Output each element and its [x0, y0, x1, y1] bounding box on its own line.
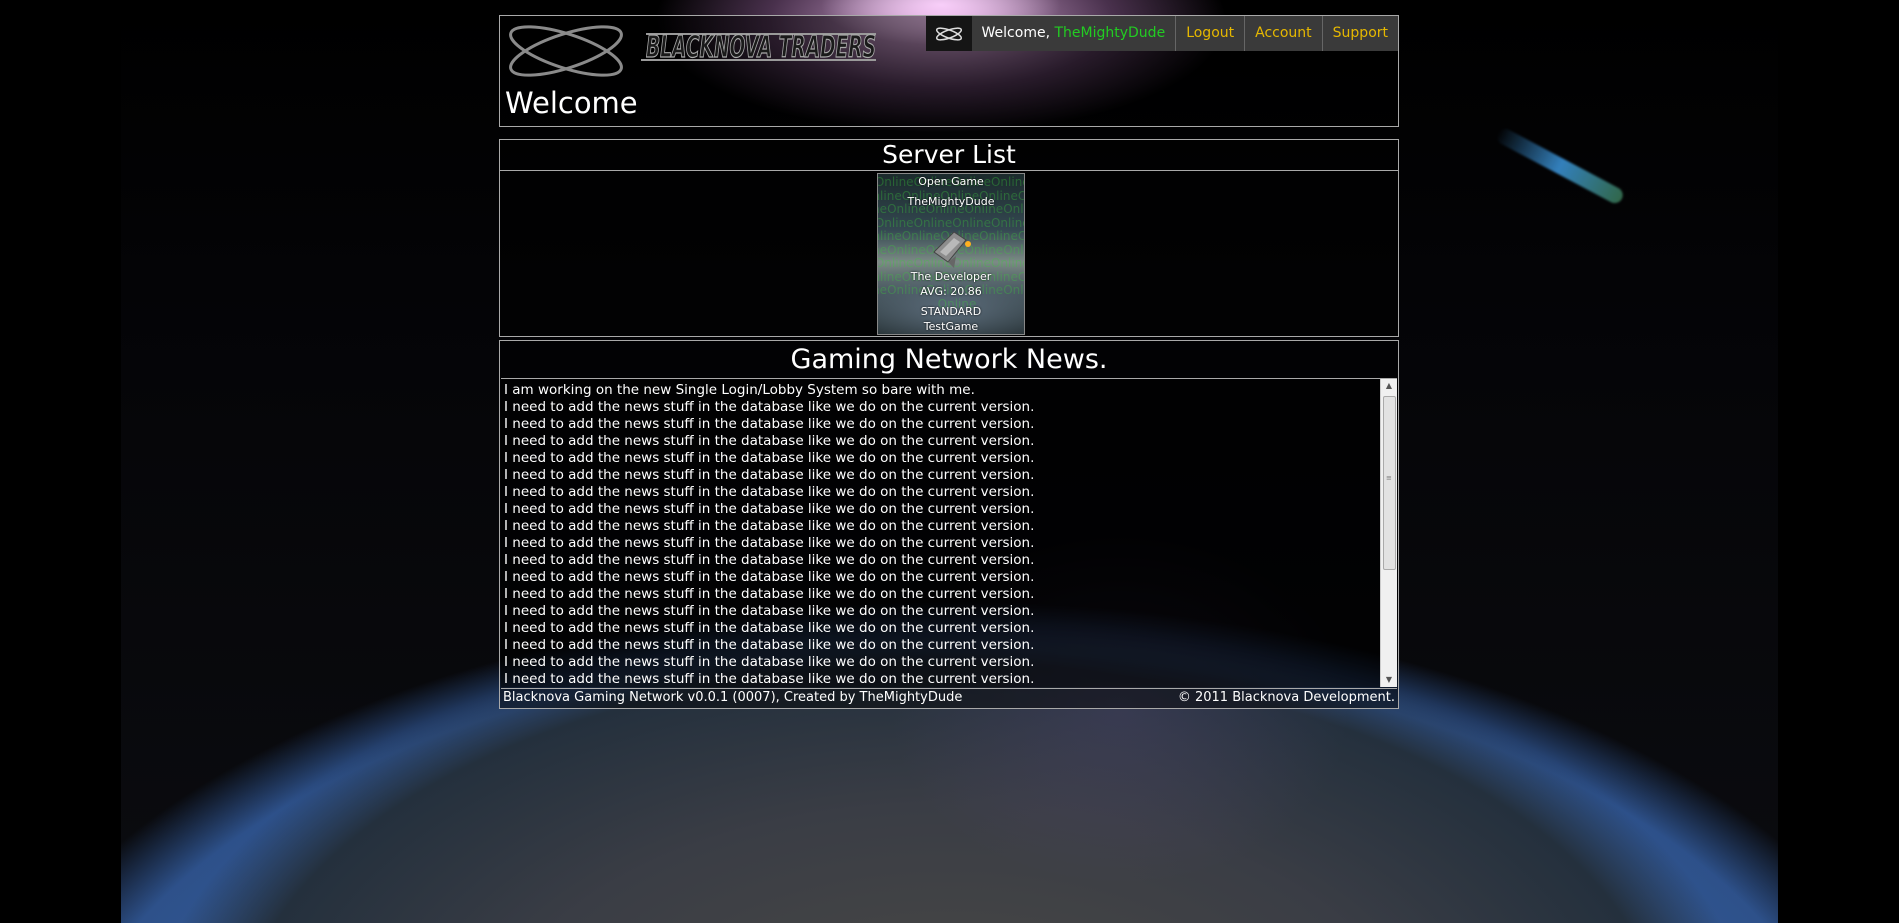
- server-owner: TheMightyDude: [907, 195, 995, 208]
- account-link[interactable]: Account: [1245, 16, 1323, 51]
- news-item: I need to add the news stuff in the data…: [504, 518, 1035, 534]
- news-scroll-box[interactable]: I am working on the new Single Login/Lob…: [501, 378, 1397, 687]
- welcome-prefix: Welcome,: [981, 25, 1051, 41]
- news-item: I need to add the news stuff in the data…: [504, 399, 1035, 415]
- news-item: I need to add the news stuff in the data…: [504, 535, 1035, 551]
- site-header: BLACKNOVA TRADERS Welcome, TheMightyDude…: [499, 15, 1399, 127]
- footer: Blacknova Gaming Network v0.0.1 (0007), …: [501, 688, 1397, 707]
- network-logo-icon[interactable]: [925, 16, 972, 51]
- news-item: I need to add the news stuff in the data…: [504, 620, 1035, 636]
- server-list-panel: Server List OnlineOnlineOnlineOnlineOnli…: [499, 139, 1399, 337]
- scrollbar-thumb[interactable]: ≡: [1383, 396, 1396, 570]
- logout-link[interactable]: Logout: [1176, 16, 1246, 51]
- server-type: STANDARD: [920, 305, 982, 318]
- server-list-title: Server List: [500, 140, 1398, 171]
- news-item: I need to add the news stuff in the data…: [504, 552, 1035, 568]
- news-item: I need to add the news stuff in the data…: [504, 603, 1035, 619]
- server-card[interactable]: OnlineOnlineOnlineOnlineOnlineOnlineOnli…: [877, 173, 1025, 335]
- news-item: I need to add the news stuff in the data…: [504, 433, 1035, 449]
- support-link[interactable]: Support: [1323, 16, 1398, 51]
- news-item: I need to add the news stuff in the data…: [504, 450, 1035, 466]
- news-item: I need to add the news stuff in the data…: [504, 586, 1035, 602]
- logo-wordmark: BLACKNOVA TRADERS: [646, 30, 876, 65]
- news-item: I need to add the news stuff in the data…: [504, 671, 1035, 687]
- news-panel: Gaming Network News. I am working on the…: [499, 340, 1399, 709]
- server-name: TestGame: [923, 320, 979, 333]
- news-item: I am working on the new Single Login/Lob…: [504, 382, 975, 398]
- news-item: I need to add the news stuff in the data…: [504, 569, 1035, 585]
- site-logo[interactable]: BLACKNOVA TRADERS: [506, 22, 886, 84]
- server-average: AVG: 20.86: [920, 285, 982, 298]
- news-scrollbar[interactable]: ▲ ≡ ▼: [1380, 379, 1397, 687]
- footer-version: Blacknova Gaming Network v0.0.1 (0007), …: [503, 690, 963, 705]
- page-title: Welcome: [505, 86, 638, 120]
- news-item: I need to add the news stuff in the data…: [504, 416, 1035, 432]
- news-item: I need to add the news stuff in the data…: [504, 467, 1035, 483]
- scroll-down-icon[interactable]: ▼: [1381, 673, 1397, 687]
- top-navigation: Welcome, TheMightyDude Logout Account Su…: [925, 16, 1398, 51]
- username-link[interactable]: TheMightyDude: [1054, 25, 1165, 41]
- news-item: I need to add the news stuff in the data…: [504, 637, 1035, 653]
- welcome-text: Welcome, TheMightyDude: [972, 16, 1177, 51]
- news-list: I am working on the new Single Login/Lob…: [504, 382, 1034, 687]
- server-status: Open Game: [918, 175, 984, 188]
- server-developer: The Developer: [910, 270, 992, 283]
- news-title: Gaming Network News.: [790, 344, 1108, 375]
- news-item: I need to add the news stuff in the data…: [504, 501, 1035, 517]
- news-item: I need to add the news stuff in the data…: [504, 654, 1035, 670]
- scroll-up-icon[interactable]: ▲: [1381, 379, 1397, 393]
- news-item: I need to add the news stuff in the data…: [504, 484, 1035, 500]
- footer-copyright: © 2011 Blacknova Development.: [1177, 690, 1395, 705]
- spaceship-icon: [933, 231, 971, 268]
